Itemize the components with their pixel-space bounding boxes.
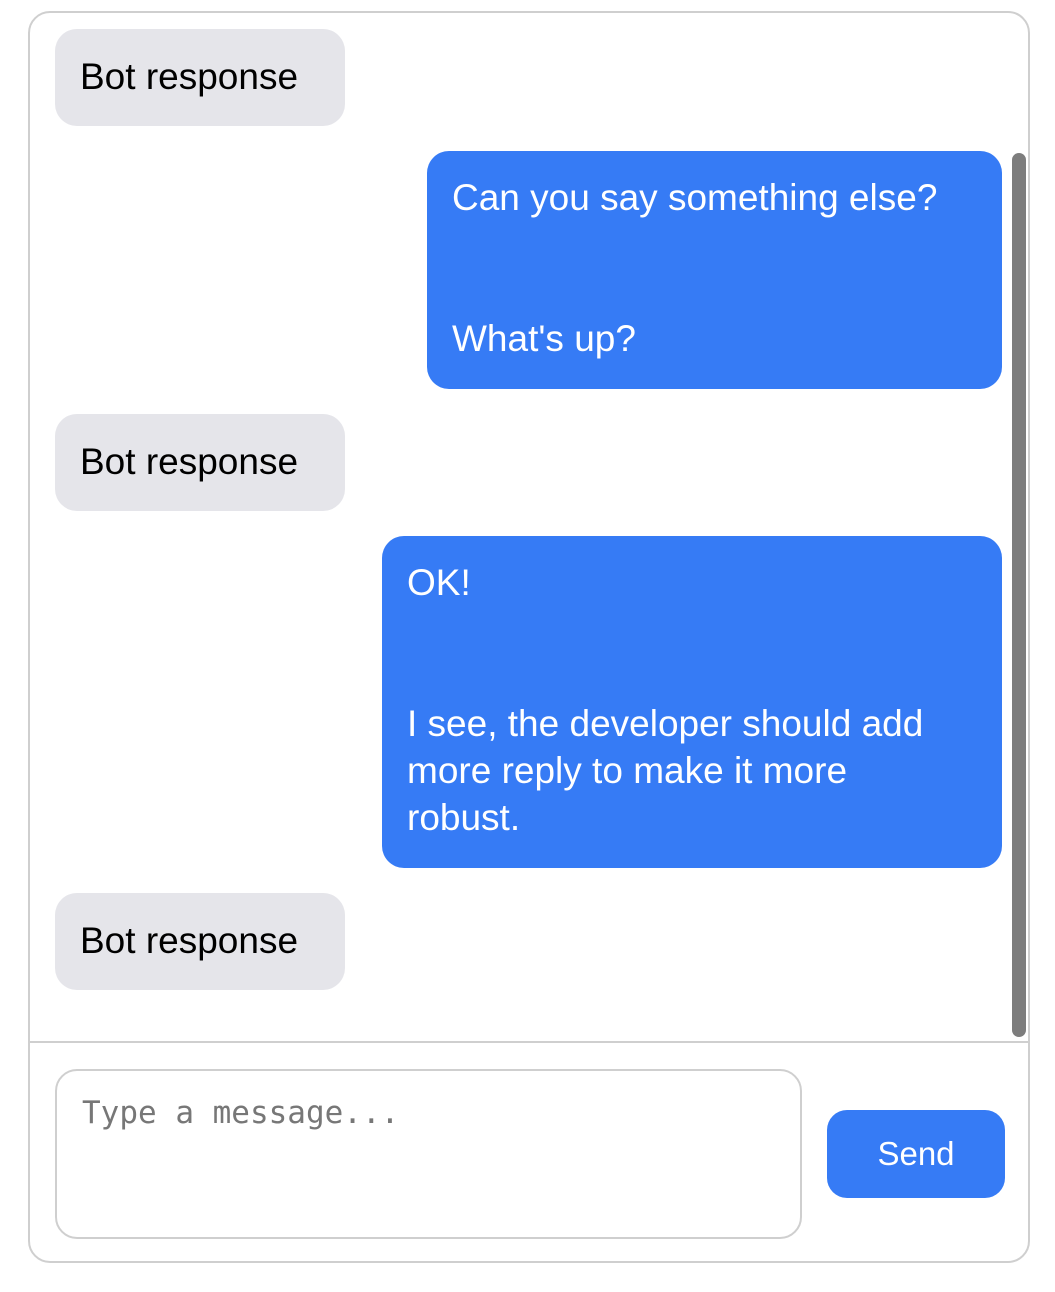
bot-message: Bot response bbox=[55, 29, 345, 126]
chat-window: Bot response Can you say something else?… bbox=[28, 11, 1030, 1263]
user-message: Can you say something else? What's up? bbox=[427, 151, 1002, 389]
scrollbar-thumb[interactable] bbox=[1012, 153, 1026, 1037]
bot-message: Bot response bbox=[55, 893, 345, 990]
user-message: OK! I see, the developer should add more… bbox=[382, 536, 1002, 868]
message-input[interactable] bbox=[55, 1069, 802, 1239]
send-button[interactable]: Send bbox=[827, 1110, 1005, 1198]
message-composer: Send bbox=[30, 1041, 1028, 1261]
message-list[interactable]: Bot response Can you say something else?… bbox=[30, 13, 1028, 1041]
bot-message: Bot response bbox=[55, 414, 345, 511]
